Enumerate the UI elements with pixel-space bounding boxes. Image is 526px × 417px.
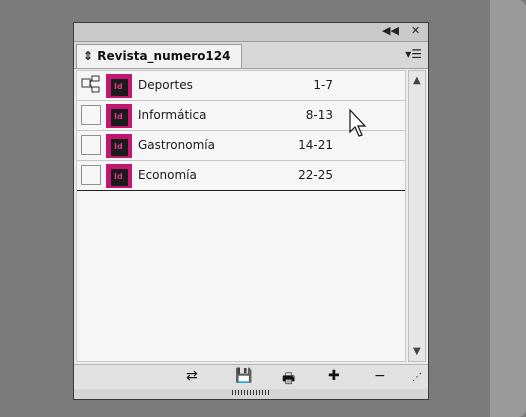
- save-icon[interactable]: 💾: [235, 368, 252, 384]
- page-range: 8-13: [305, 108, 333, 122]
- page-range: 22-25: [298, 168, 333, 182]
- vertical-scrollbar[interactable]: ▲ ▼: [408, 70, 426, 362]
- scroll-up-icon[interactable]: ▲: [413, 75, 421, 86]
- page-range: 14-21: [298, 138, 333, 152]
- tab-revista-numero124[interactable]: ⇕ Revista_numero124: [76, 44, 242, 68]
- document-name: Informática: [138, 108, 207, 122]
- scroll-down-icon[interactable]: ▼: [413, 346, 421, 357]
- panel-toolbar: ⇄ 💾 🖶 ✚ − ⋰: [74, 364, 428, 389]
- panel-footer: [74, 389, 428, 399]
- resize-handle[interactable]: [232, 390, 270, 395]
- panel-titlebar[interactable]: ◀◀ ✕: [74, 23, 428, 42]
- collapse-icon[interactable]: ◀◀: [382, 24, 399, 37]
- style-source-icon: [81, 75, 100, 93]
- page-range: 1-7: [313, 78, 333, 92]
- indesign-document-icon: Id: [106, 74, 132, 98]
- style-source-checkbox[interactable]: [81, 105, 101, 125]
- document-name: Gastronomía: [138, 138, 215, 152]
- list-item[interactable]: Id Deportes 1-7: [77, 71, 405, 101]
- resize-grip-icon[interactable]: ⋰: [412, 372, 422, 383]
- indesign-document-icon: Id: [106, 134, 132, 158]
- panel-menu-icon[interactable]: ▾☰: [405, 47, 422, 61]
- tab-label: Revista_numero124: [97, 49, 231, 63]
- indesign-document-icon: Id: [106, 104, 132, 128]
- background-window: [490, 0, 526, 417]
- style-source-checkbox[interactable]: [81, 75, 101, 95]
- style-source-checkbox[interactable]: [81, 165, 101, 185]
- book-panel: ◀◀ ✕ ⇕ Revista_numero124 ▾☰ Id Deportes …: [73, 22, 429, 400]
- style-source-checkbox[interactable]: [81, 135, 101, 155]
- indesign-document-icon: Id: [106, 164, 132, 188]
- add-document-icon[interactable]: ✚: [328, 368, 340, 384]
- remove-document-icon[interactable]: −: [374, 368, 386, 384]
- tab-arrows-icon: ⇕: [83, 49, 94, 63]
- tab-row: ⇕ Revista_numero124 ▾☰: [74, 42, 428, 69]
- document-name: Deportes: [138, 78, 193, 92]
- document-name: Economía: [138, 168, 197, 182]
- close-icon[interactable]: ✕: [411, 24, 420, 37]
- list-item[interactable]: Id Economía 22-25: [77, 161, 405, 191]
- synchronize-icon[interactable]: ⇄: [186, 368, 198, 384]
- mouse-cursor-icon: [349, 108, 367, 137]
